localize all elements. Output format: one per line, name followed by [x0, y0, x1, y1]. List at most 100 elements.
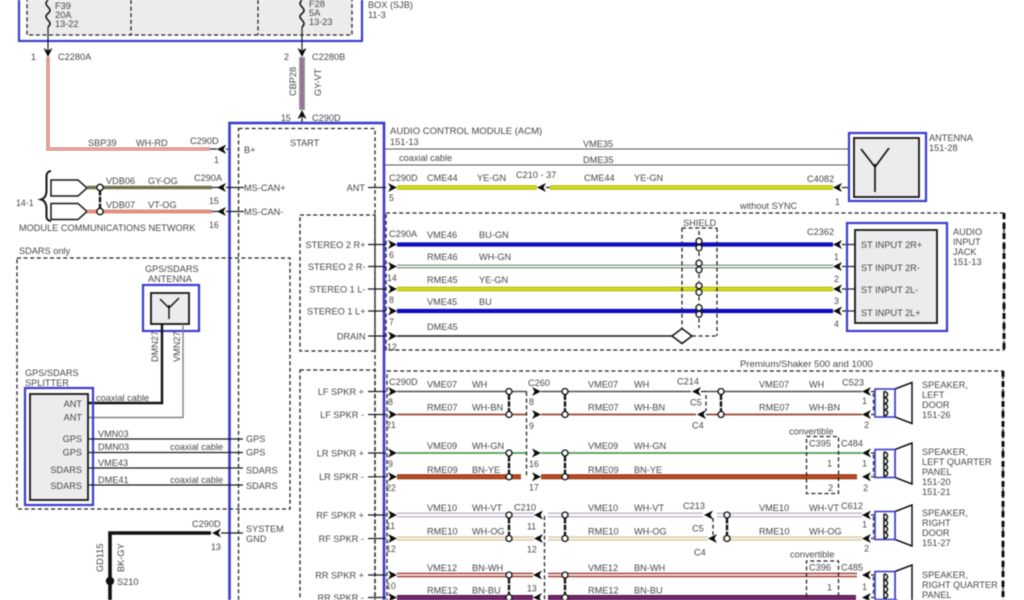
svg-text:coaxial cable: coaxial cable — [170, 475, 223, 485]
svg-text:BU: BU — [479, 297, 492, 307]
svg-text:C290D: C290D — [389, 377, 418, 387]
svg-text:13-22: 13-22 — [55, 19, 79, 29]
svg-text:VME09: VME09 — [588, 441, 618, 451]
svg-text:1: 1 — [862, 582, 867, 592]
svg-text:C210 - 37: C210 - 37 — [516, 170, 556, 180]
svg-text:5: 5 — [389, 193, 394, 203]
svg-text:WH-OG: WH-OG — [634, 527, 667, 537]
svg-text:13: 13 — [527, 584, 537, 594]
svg-text:B+: B+ — [244, 145, 256, 155]
svg-text:DME35: DME35 — [583, 155, 614, 165]
svg-text:2: 2 — [828, 483, 833, 493]
svg-text:VME35: VME35 — [583, 139, 613, 149]
svg-text:VME46: VME46 — [427, 230, 457, 240]
svg-text:WH-RD: WH-RD — [136, 138, 168, 148]
svg-text:C4: C4 — [692, 421, 704, 431]
svg-text:MS-CAN+: MS-CAN+ — [244, 183, 286, 193]
svg-text:RF SPKR -: RF SPKR - — [319, 534, 364, 544]
svg-text:RME12: RME12 — [427, 586, 458, 596]
svg-text:RME10: RME10 — [588, 527, 619, 537]
svg-text:C484: C484 — [841, 439, 863, 449]
svg-text:WH-VT: WH-VT — [809, 503, 839, 513]
svg-text:C260: C260 — [528, 378, 550, 388]
svg-text:S210: S210 — [117, 577, 138, 587]
svg-text:9: 9 — [529, 421, 534, 431]
svg-text:C395: C395 — [809, 439, 831, 449]
svg-text:Premium/Shaker 500 and 1000: Premium/Shaker 500 and 1000 — [740, 359, 873, 370]
svg-text:SPEAKER,: SPEAKER, — [922, 380, 968, 390]
svg-text:SPLITTER: SPLITTER — [25, 378, 69, 388]
svg-text:YE-GN: YE-GN — [477, 173, 506, 183]
svg-text:GPS: GPS — [63, 434, 82, 444]
svg-text:RME07: RME07 — [427, 403, 458, 413]
svg-text:coaxial cable: coaxial cable — [170, 442, 223, 452]
svg-text:C210: C210 — [514, 503, 536, 513]
svg-text:DOOR: DOOR — [922, 400, 950, 410]
svg-text:VMN03: VMN03 — [98, 429, 129, 439]
svg-text:GPS: GPS — [246, 448, 265, 458]
svg-text:10: 10 — [386, 581, 396, 591]
svg-text:RME45: RME45 — [427, 275, 458, 285]
svg-text:SHIELD: SHIELD — [683, 218, 717, 228]
svg-text:VME09: VME09 — [427, 441, 457, 451]
svg-text:BN-WH: BN-WH — [634, 563, 665, 573]
svg-text:STEREO 1 L-: STEREO 1 L- — [309, 285, 365, 295]
svg-text:without SYNC: without SYNC — [739, 201, 798, 211]
svg-text:RR SPKR +: RR SPKR + — [315, 571, 364, 581]
svg-text:SDARS: SDARS — [246, 481, 278, 491]
svg-text:C4082: C4082 — [807, 174, 834, 184]
svg-text:VME07: VME07 — [588, 380, 618, 390]
svg-text:C2362: C2362 — [807, 227, 834, 237]
svg-text:SPEAKER,: SPEAKER, — [922, 570, 968, 580]
svg-text:WH-GN: WH-GN — [479, 252, 511, 262]
svg-text:GD115: GD115 — [95, 544, 105, 572]
svg-text:RME09: RME09 — [427, 465, 458, 475]
svg-text:RIGHT: RIGHT — [922, 518, 951, 528]
svg-text:6: 6 — [389, 250, 394, 260]
svg-text:C214: C214 — [677, 377, 699, 387]
svg-text:C5: C5 — [692, 524, 704, 534]
svg-text:SDARS: SDARS — [50, 481, 82, 491]
svg-text:CBP28: CBP28 — [288, 67, 298, 96]
svg-text:C485: C485 — [841, 563, 863, 573]
svg-text:DOOR: DOOR — [922, 528, 950, 538]
svg-text:C290D: C290D — [312, 113, 341, 123]
svg-text:GY-VT: GY-VT — [313, 68, 323, 96]
svg-text:13: 13 — [211, 542, 221, 552]
svg-text:21: 21 — [386, 420, 396, 430]
svg-text:22: 22 — [386, 483, 396, 493]
svg-text:151-28: 151-28 — [929, 143, 958, 153]
svg-text:7: 7 — [389, 317, 394, 327]
svg-text:RME46: RME46 — [427, 252, 458, 262]
svg-text:8: 8 — [388, 397, 393, 407]
svg-text:C4: C4 — [694, 548, 706, 558]
svg-text:2: 2 — [863, 483, 868, 493]
svg-text:ST INPUT 2R+: ST INPUT 2R+ — [861, 240, 922, 250]
svg-text:C213: C213 — [683, 501, 705, 511]
svg-text:BN-YE: BN-YE — [634, 465, 662, 475]
svg-text:16: 16 — [529, 459, 539, 469]
svg-text:VME10: VME10 — [759, 503, 789, 513]
svg-text:ANT: ANT — [347, 183, 366, 193]
svg-text:MS-CAN-: MS-CAN- — [244, 207, 283, 217]
svg-text:12: 12 — [386, 544, 396, 554]
svg-text:151-27: 151-27 — [922, 538, 951, 548]
svg-text:GY-OG: GY-OG — [148, 176, 178, 186]
svg-text:ANT: ANT — [64, 413, 83, 423]
svg-text:RME12: RME12 — [588, 586, 619, 596]
svg-text:convertible: convertible — [790, 550, 834, 560]
svg-text:STEREO 2 R-: STEREO 2 R- — [308, 262, 366, 272]
svg-text:VME10: VME10 — [588, 503, 618, 513]
svg-text:2: 2 — [284, 52, 289, 62]
svg-text:AUDIO: AUDIO — [953, 227, 982, 237]
svg-text:12: 12 — [527, 545, 537, 555]
svg-text:VME12: VME12 — [427, 563, 457, 573]
svg-text:ST INPUT 2R-: ST INPUT 2R- — [861, 263, 920, 273]
svg-text:BK-GY: BK-GY — [116, 543, 126, 572]
svg-text:BN-BU: BN-BU — [634, 586, 663, 596]
svg-text:1: 1 — [827, 583, 832, 593]
svg-text:RME10: RME10 — [759, 527, 790, 537]
svg-text:VME12: VME12 — [588, 563, 618, 573]
svg-text:WH-GN: WH-GN — [472, 441, 504, 451]
svg-text:RME07: RME07 — [759, 403, 790, 413]
